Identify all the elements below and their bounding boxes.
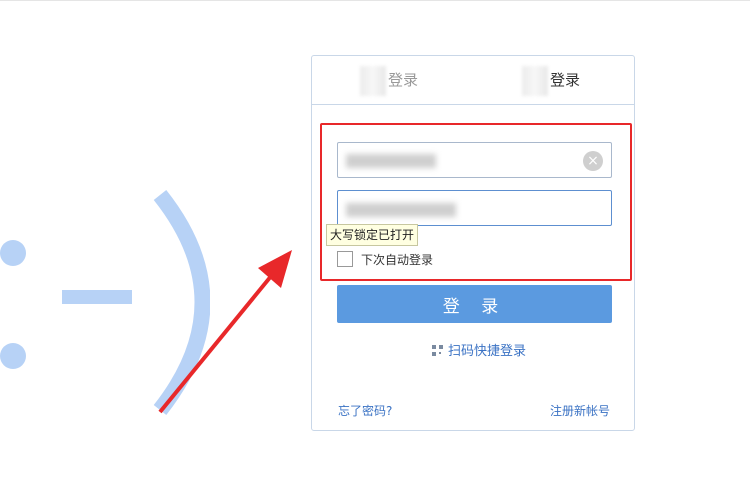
username-field[interactable]: × (337, 142, 612, 178)
tab-right-login[interactable]: 登录 (522, 56, 580, 104)
blurred-username (346, 154, 436, 168)
login-card: 登录 登录 × 大写锁定已打开 下次自动登录 登 录 扫码快捷登录 忘了密码? … (311, 55, 635, 431)
tab-left-login[interactable]: 登录 (360, 56, 418, 104)
clear-icon[interactable]: × (583, 151, 603, 171)
register-link[interactable]: 注册新帐号 (550, 402, 610, 419)
blurred-icon (522, 65, 548, 96)
remember-checkbox[interactable] (337, 251, 353, 267)
qr-login-link[interactable]: 扫码快捷登录 (432, 340, 526, 359)
top-divider (0, 0, 750, 1)
login-tabs: 登录 登录 (312, 56, 634, 105)
smiley-eye-bottom (0, 343, 26, 369)
blurred-icon (360, 65, 386, 96)
password-field[interactable] (337, 190, 612, 226)
forgot-password-link[interactable]: 忘了密码? (338, 402, 392, 419)
smiley-eye-top (0, 240, 26, 266)
login-button[interactable]: 登 录 (337, 285, 612, 323)
remember-label: 下次自动登录 (361, 253, 434, 267)
blurred-password (346, 203, 456, 217)
caps-lock-tooltip: 大写锁定已打开 (326, 224, 419, 246)
qr-code-icon (432, 345, 443, 356)
smiley-paren (153, 190, 210, 415)
